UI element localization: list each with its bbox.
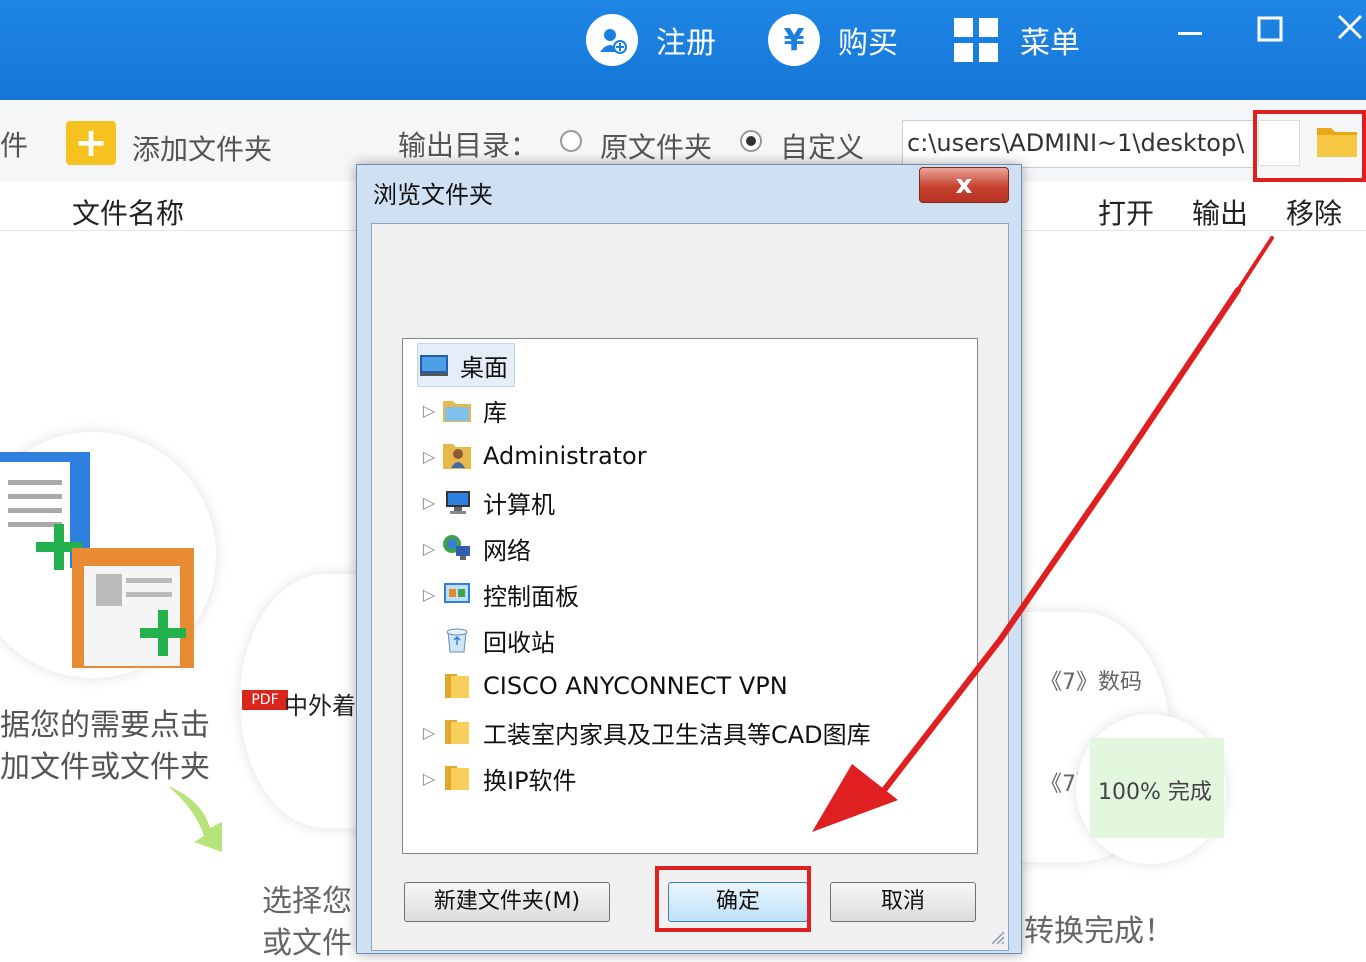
menu-label: 菜单: [1020, 26, 1080, 61]
pdf-icon: PDF: [242, 690, 288, 710]
tree-item-computer[interactable]: ▷ 计算机: [417, 481, 555, 523]
col-open: 打开: [1098, 197, 1155, 230]
expand-arrow-icon[interactable]: ▷: [417, 447, 441, 466]
option-original-label[interactable]: 原文件夹: [600, 126, 712, 166]
tree-item-recycle-bin[interactable]: 回收站: [441, 619, 555, 661]
minimize-icon: [1178, 32, 1202, 35]
tree-item-cisco-vpn[interactable]: CISCO ANYCONNECT VPN: [441, 665, 788, 707]
close-icon: [1337, 14, 1363, 40]
tree-item-label: 库: [483, 398, 507, 427]
output-dir-label: 输出目录：: [398, 129, 539, 162]
radio-custom[interactable]: [740, 130, 762, 152]
control-panel-icon: [441, 580, 473, 608]
add-file-button[interactable]: 件: [0, 124, 28, 164]
tree-item-label: 换IP软件: [483, 766, 577, 795]
tree-item-label: 控制面板: [483, 582, 579, 611]
progress-text: 100% 完成: [1098, 780, 1212, 805]
col-remove: 移除: [1286, 197, 1343, 230]
maximize-button[interactable]: [1250, 8, 1290, 57]
menu-button[interactable]: 菜单: [954, 14, 1080, 66]
tree-item-library[interactable]: ▷ 库: [417, 389, 507, 431]
yen-icon: ¥: [768, 14, 820, 66]
expand-arrow-icon[interactable]: ▷: [417, 585, 441, 604]
col-output: 输出: [1192, 197, 1249, 230]
user-add-icon: [586, 14, 638, 66]
dialog-title: 浏览文件夹: [373, 181, 493, 209]
tree-item-label: 回收站: [483, 628, 555, 657]
radio-original-folder[interactable]: [560, 130, 582, 152]
step3-done-text: 转换完成！: [1024, 914, 1174, 949]
new-folder-button[interactable]: 新建文件夹(M): [404, 882, 610, 922]
tree-item-label: CISCO ANYCONNECT VPN: [483, 672, 788, 700]
tree-item-network[interactable]: ▷ 网络: [417, 527, 531, 569]
highlight-ok: [655, 866, 811, 932]
minimize-button[interactable]: [1170, 8, 1210, 57]
tree-item-cad-library[interactable]: ▷ 工装室内家具及卫生洁具等CAD图库: [417, 711, 871, 753]
recycle-bin-icon: [441, 626, 473, 654]
user-folder-icon: [441, 442, 473, 470]
green-arrow-icon: [168, 786, 222, 852]
tree-item-label: 桌面: [460, 353, 508, 382]
option-custom-label[interactable]: 自定义: [780, 126, 864, 166]
tree-item-control-panel[interactable]: ▷ 控制面板: [417, 573, 579, 615]
add-document-illustration: [0, 452, 194, 668]
expand-arrow-icon[interactable]: ▷: [417, 401, 441, 420]
tree-item-label: 工装室内家具及卫生洁具等CAD图库: [483, 720, 871, 749]
col-file-name: 文件名称: [72, 197, 185, 230]
register-label: 注册: [656, 26, 716, 61]
folder-icon: [441, 764, 473, 792]
expand-arrow-icon[interactable]: ▷: [417, 723, 441, 742]
desktop-icon: [418, 351, 450, 379]
tree-item-label: 计算机: [483, 490, 555, 519]
register-button[interactable]: 注册: [586, 14, 716, 66]
output-path-input[interactable]: c:\users\ADMINI~1\desktop\: [902, 120, 1254, 168]
step1-text-line1: 据您的需要点击: [0, 708, 210, 743]
tree-item-label: Administrator: [483, 442, 647, 470]
tree-item-ip-software[interactable]: ▷ 换IP软件: [417, 757, 577, 799]
dialog-close-button[interactable]: x: [919, 167, 1009, 203]
expand-arrow-icon[interactable]: ▷: [417, 769, 441, 788]
computer-icon: [441, 488, 473, 516]
highlight-browse: [1253, 110, 1366, 182]
tree-item-administrator[interactable]: ▷ Administrator: [417, 435, 647, 477]
step2-file-name: 中外着: [284, 692, 356, 720]
step3-item1: 《7》数码: [1040, 670, 1142, 695]
tree-item-label: 网络: [483, 536, 531, 565]
step2-text-line2: 或文件: [262, 926, 352, 961]
folder-icon: [441, 718, 473, 746]
expand-arrow-icon[interactable]: ▷: [417, 493, 441, 512]
buy-button[interactable]: ¥ 购买: [768, 14, 898, 66]
network-icon: [441, 534, 473, 562]
grid-menu-icon: [954, 18, 998, 62]
expand-arrow-icon[interactable]: ▷: [417, 539, 441, 558]
add-folder-button[interactable]: 添加文件夹: [132, 128, 272, 168]
resize-grip-icon[interactable]: [988, 928, 1006, 946]
buy-label: 购买: [838, 26, 898, 61]
folder-icon: [441, 672, 473, 700]
close-button[interactable]: [1330, 8, 1366, 57]
folder-tree[interactable]: 桌面 ▷ 库 ▷ Administrator ▷ 计算机 ▷ 网络 ▷ 控制面板: [402, 338, 978, 854]
add-folder-icon[interactable]: +: [66, 121, 116, 165]
library-icon: [441, 396, 473, 424]
cancel-button[interactable]: 取消: [830, 882, 976, 922]
maximize-icon: [1257, 16, 1283, 42]
title-bar: 注册 ¥ 购买 菜单: [0, 0, 1366, 100]
step2-text-line1: 选择您: [262, 884, 352, 919]
tree-item-desktop[interactable]: 桌面: [417, 343, 515, 387]
